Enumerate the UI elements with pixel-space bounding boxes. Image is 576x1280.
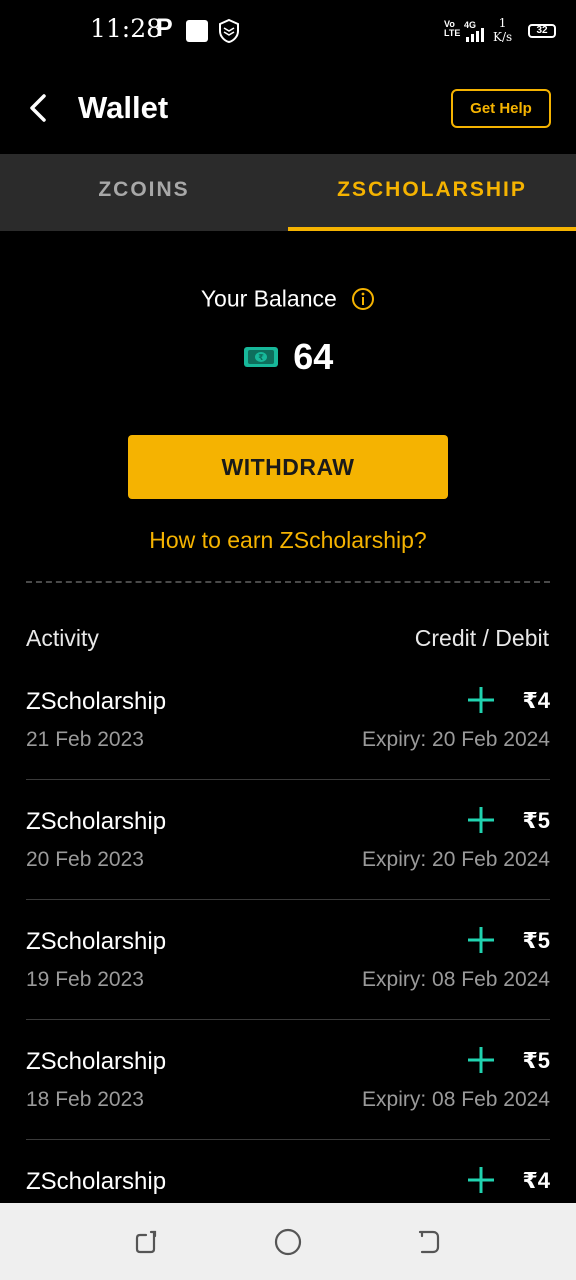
transaction-amount: ₹4 bbox=[522, 688, 550, 713]
plus-icon bbox=[468, 807, 494, 833]
transaction-expiry: Expiry: 08 Feb 2024 bbox=[362, 1088, 550, 1111]
transaction-name: ZScholarship bbox=[26, 1048, 167, 1075]
shield-app-icon bbox=[219, 18, 239, 44]
home-icon[interactable] bbox=[273, 1227, 303, 1257]
cash-icon: ₹ bbox=[243, 347, 278, 367]
transaction-amount: ₹5 bbox=[522, 1048, 550, 1073]
tab-zcoins[interactable]: ZCOINS bbox=[0, 154, 288, 231]
recents-icon[interactable] bbox=[132, 1227, 162, 1257]
network-speed: 1 K/s bbox=[493, 16, 512, 44]
transaction-amount: ₹5 bbox=[522, 928, 550, 953]
withdraw-button[interactable]: WITHDRAW bbox=[128, 435, 448, 499]
transaction-list: ZScholarship 21 Feb 2023 ₹4 Expiry: 20 Feb … bbox=[26, 660, 550, 1260]
credit-debit-header: Credit / Debit bbox=[414, 625, 549, 651]
network-type: 4G bbox=[464, 20, 477, 30]
transaction-row[interactable]: ZScholarship 20 Feb 2023 ₹5 Expiry: 20 Feb … bbox=[26, 780, 550, 900]
speed-value: 1 bbox=[498, 16, 507, 30]
transaction-expiry: Expiry: 20 Feb 2024 bbox=[362, 848, 550, 871]
square-app-icon bbox=[186, 20, 208, 42]
chevron-left-icon[interactable] bbox=[22, 90, 58, 126]
transaction-date: 21 Feb 2023 bbox=[26, 728, 144, 751]
how-to-earn-link[interactable]: How to earn ZScholarship? bbox=[0, 527, 576, 554]
wallet-tabs: ZCOINS ZSCHOLARSHIP bbox=[0, 154, 576, 231]
transaction-name: ZScholarship bbox=[26, 1168, 167, 1195]
plus-icon bbox=[468, 687, 494, 713]
transaction-row[interactable]: ZScholarship 19 Feb 2023 ₹5 Expiry: 08 Feb … bbox=[26, 900, 550, 1020]
balance-amount-row: ₹ 64 bbox=[0, 336, 576, 380]
plus-icon bbox=[468, 1047, 494, 1073]
transaction-amount: ₹4 bbox=[522, 1168, 550, 1193]
p-icon: P bbox=[156, 14, 173, 42]
activity-header: Activity bbox=[26, 625, 99, 651]
balance-label: Your Balance bbox=[200, 285, 337, 312]
get-help-button[interactable]: Get Help bbox=[451, 89, 551, 128]
app-header: Wallet Get Help bbox=[0, 64, 576, 154]
speed-unit: K/s bbox=[493, 30, 513, 44]
transaction-expiry: Expiry: 08 Feb 2024 bbox=[362, 968, 550, 991]
transaction-row[interactable]: ZScholarship 21 Feb 2023 ₹4 Expiry: 20 Feb … bbox=[26, 660, 550, 780]
transaction-row[interactable]: ZScholarship 18 Feb 2023 ₹5 Expiry: 08 Feb … bbox=[26, 1020, 550, 1140]
transaction-name: ZScholarship bbox=[26, 688, 167, 715]
page-title: Wallet bbox=[78, 90, 169, 125]
plus-icon bbox=[468, 1167, 494, 1193]
signal-icon: 4G bbox=[464, 20, 486, 42]
transaction-name: ZScholarship bbox=[26, 928, 167, 955]
transaction-date: 20 Feb 2023 bbox=[26, 848, 144, 871]
system-nav-bar bbox=[0, 1203, 576, 1280]
transaction-date: 18 Feb 2023 bbox=[26, 1088, 144, 1111]
status-bar: 11:28 P Vo LTE 4G 1 K/s 32 bbox=[0, 0, 576, 64]
volte-indicator: Vo LTE bbox=[444, 19, 461, 38]
dashed-divider bbox=[26, 581, 550, 583]
svg-text:₹: ₹ bbox=[258, 353, 264, 362]
transaction-date: 19 Feb 2023 bbox=[26, 968, 144, 991]
balance-value: 64 bbox=[293, 336, 334, 377]
balance-label-row: Your Balance bbox=[0, 284, 576, 312]
battery-icon: 32 bbox=[528, 24, 556, 38]
tab-zscholarship[interactable]: ZSCHOLARSHIP bbox=[288, 154, 576, 231]
back-icon[interactable] bbox=[414, 1227, 444, 1257]
plus-icon bbox=[468, 927, 494, 953]
info-icon[interactable] bbox=[351, 287, 375, 311]
transaction-expiry: Expiry: 20 Feb 2024 bbox=[362, 728, 550, 751]
status-time: 11:28 bbox=[90, 14, 163, 43]
transaction-name: ZScholarship bbox=[26, 808, 167, 835]
transaction-amount: ₹5 bbox=[522, 808, 550, 833]
